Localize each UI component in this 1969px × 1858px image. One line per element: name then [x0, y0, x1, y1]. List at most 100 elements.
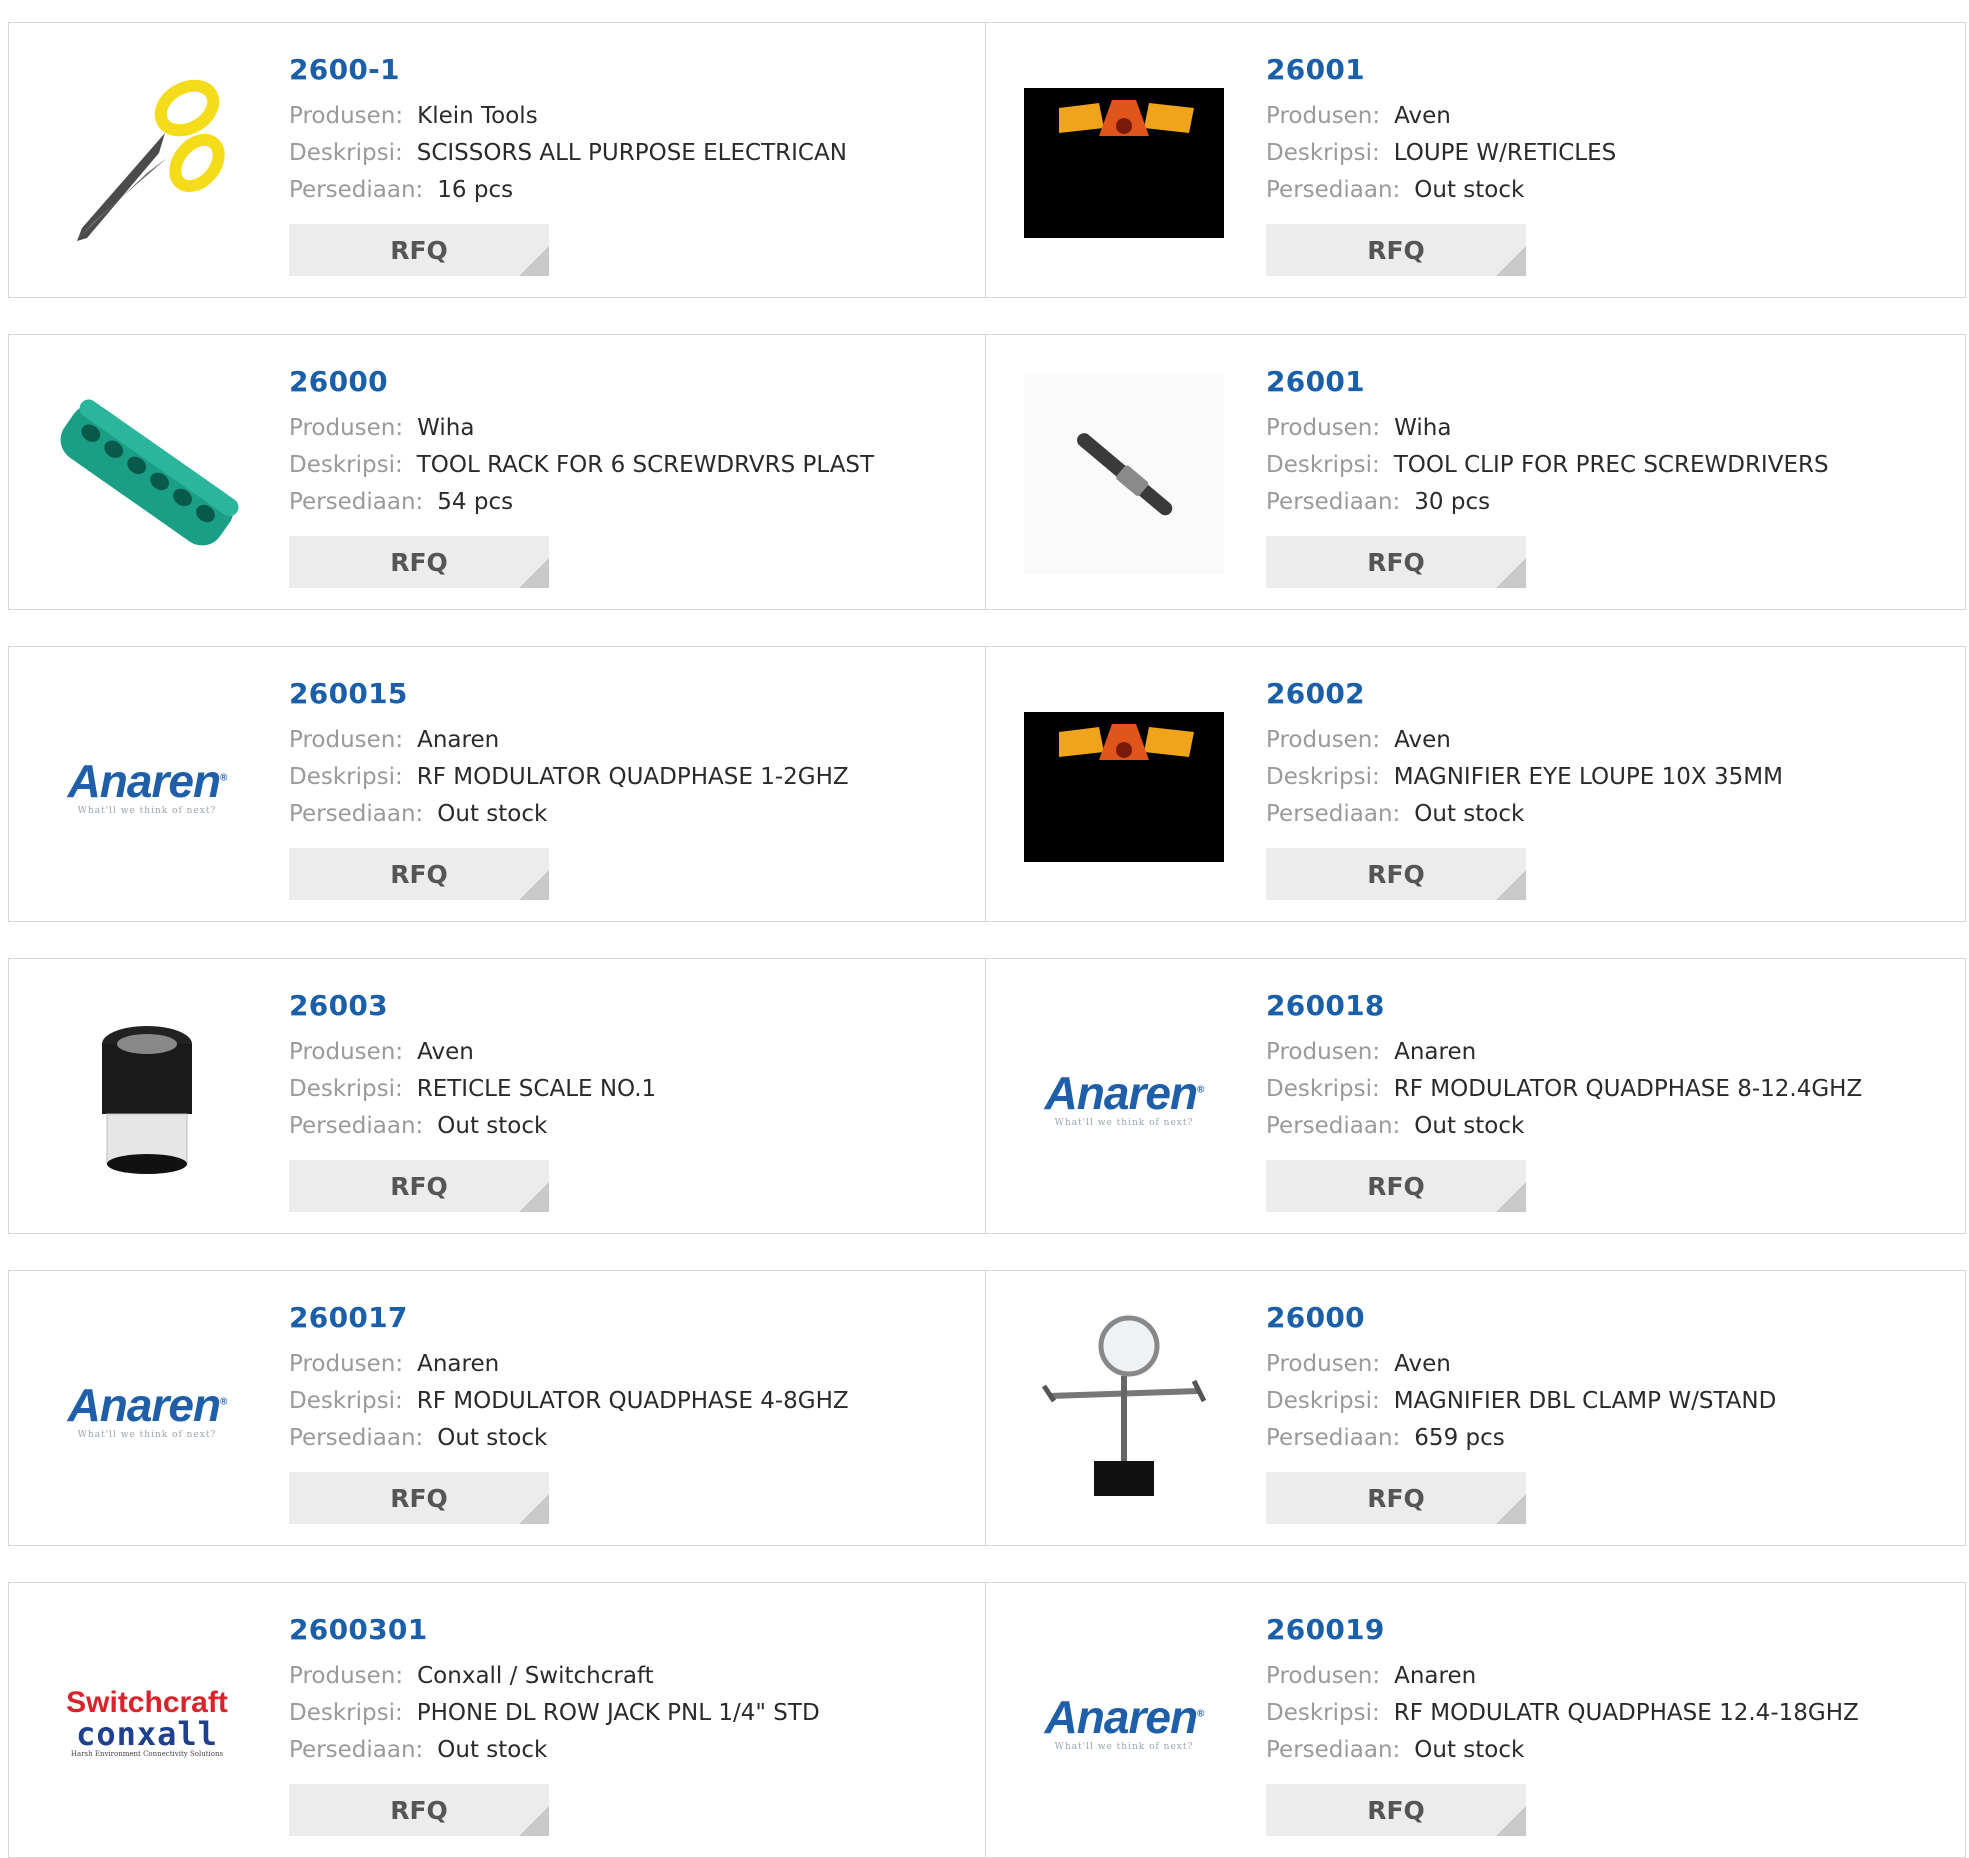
manufacturer-value: Conxall / Switchcraft — [417, 1663, 654, 1689]
description-value: RF MODULATOR QUADPHASE 8-12.4GHZ — [1393, 1076, 1863, 1102]
part-number-link[interactable]: 260015 — [289, 677, 408, 710]
product-card: 2600-1 Produsen: Klein Tools Deskripsi: SC… — [8, 22, 986, 298]
corner-fold-icon — [1496, 870, 1526, 900]
manufacturer-row: Produsen: Aven — [1266, 727, 1451, 753]
part-number-link[interactable]: 260019 — [1266, 1613, 1385, 1646]
description-row: Deskripsi: RF MODULATOR QUADPHASE 1-2GHZ — [289, 764, 849, 790]
rfq-label: RFQ — [1367, 859, 1425, 889]
description-label: Deskripsi: — [1266, 1700, 1380, 1726]
stock-value: Out stock — [1414, 1113, 1525, 1139]
anaren-logo-tagline: What'll we think of next? — [1054, 1118, 1194, 1128]
product-image-aven-logo-icon[interactable] — [1024, 687, 1224, 887]
corner-fold-icon — [1496, 558, 1526, 588]
rfq-button[interactable]: RFQ — [289, 1472, 549, 1524]
stock-value: 30 pcs — [1414, 489, 1491, 515]
product-image-aven-logo-icon[interactable] — [1024, 63, 1224, 263]
corner-fold-icon — [519, 246, 549, 276]
rfq-button[interactable]: RFQ — [289, 1160, 549, 1212]
product-image-tool-rack-icon[interactable] — [47, 375, 247, 575]
stock-value: Out stock — [437, 1737, 548, 1763]
description-label: Deskripsi: — [289, 1388, 403, 1414]
anaren-logo-word: Anaren — [67, 755, 221, 807]
manufacturer-label: Produsen: — [1266, 1351, 1381, 1377]
manufacturer-row: Produsen: Anaren — [1266, 1039, 1476, 1065]
description-label: Deskripsi: — [289, 452, 403, 478]
part-number-link[interactable]: 26001 — [1266, 365, 1365, 398]
manufacturer-row: Produsen: Aven — [1266, 1351, 1451, 1377]
description-row: Deskripsi: MAGNIFIER DBL CLAMP W/STAND — [1266, 1388, 1776, 1414]
stock-label: Persediaan: — [289, 1113, 424, 1139]
part-number-link[interactable]: 26000 — [1266, 1301, 1365, 1334]
stock-row: Persediaan: Out stock — [1266, 1737, 1524, 1763]
product-grid: 2600-1 Produsen: Klein Tools Deskripsi: SC… — [0, 0, 1969, 1858]
anaren-logo[interactable]: Anaren® What'll we think of next? — [47, 1311, 247, 1511]
stock-value: 659 pcs — [1414, 1425, 1505, 1451]
stock-row: Persediaan: Out stock — [289, 801, 547, 827]
anaren-logo-tagline: What'll we think of next? — [77, 806, 217, 816]
rfq-label: RFQ — [1367, 1483, 1425, 1513]
switchcraft-logo[interactable]: Switchcraft conxall Harsh Environment Conn… — [47, 1623, 247, 1823]
anaren-logo[interactable]: Anaren® What'll we think of next? — [1024, 999, 1224, 1199]
product-image-loupe-icon[interactable] — [47, 999, 247, 1199]
part-number-link[interactable]: 2600-1 — [289, 53, 400, 86]
stock-value: 54 pcs — [437, 489, 514, 515]
part-number-link[interactable]: 260018 — [1266, 989, 1385, 1022]
rfq-label: RFQ — [1367, 547, 1425, 577]
rfq-button[interactable]: RFQ — [289, 224, 549, 276]
part-number-link[interactable]: 26003 — [289, 989, 388, 1022]
part-number-link[interactable]: 26002 — [1266, 677, 1365, 710]
product-card: 26002 Produsen: Aven Deskripsi: MAGNIFIER … — [986, 646, 1966, 922]
manufacturer-label: Produsen: — [1266, 1039, 1381, 1065]
part-number-link[interactable]: 2600301 — [289, 1613, 427, 1646]
rfq-button[interactable]: RFQ — [1266, 848, 1526, 900]
stock-value: Out stock — [437, 801, 548, 827]
product-card: 26001 Produsen: Aven Deskripsi: LOUPE W/RE… — [986, 22, 1966, 298]
manufacturer-label: Produsen: — [289, 1663, 404, 1689]
product-card: Anaren® What'll we think of next? 260018 … — [986, 958, 1966, 1234]
rfq-label: RFQ — [1367, 1795, 1425, 1825]
stock-value: Out stock — [1414, 177, 1525, 203]
product-card: 26000 Produsen: Aven Deskripsi: MAGNIFIER … — [986, 1270, 1966, 1546]
stock-label: Persediaan: — [1266, 177, 1401, 203]
anaren-logo[interactable]: Anaren® What'll we think of next? — [47, 687, 247, 887]
stock-label: Persediaan: — [289, 489, 424, 515]
product-card: 26000 Produsen: Wiha Deskripsi: TOOL RACK … — [8, 334, 986, 610]
product-card: Anaren® What'll we think of next? 260019 … — [986, 1582, 1966, 1858]
stock-label: Persediaan: — [1266, 1737, 1401, 1763]
description-row: Deskripsi: RETICLE SCALE NO.1 — [289, 1076, 656, 1102]
description-value: MAGNIFIER DBL CLAMP W/STAND — [1393, 1388, 1777, 1414]
product-image-magnifier-stand-icon[interactable] — [1024, 1311, 1224, 1511]
corner-fold-icon — [1496, 246, 1526, 276]
description-value: MAGNIFIER EYE LOUPE 10X 35MM — [1393, 764, 1783, 790]
rfq-button[interactable]: RFQ — [289, 1784, 549, 1836]
description-row: Deskripsi: RF MODULATR QUADPHASE 12.4-18G… — [1266, 1700, 1859, 1726]
rfq-button[interactable]: RFQ — [289, 536, 549, 588]
rfq-button[interactable]: RFQ — [1266, 1160, 1526, 1212]
part-number-link[interactable]: 26000 — [289, 365, 388, 398]
anaren-logo-word: Anaren — [67, 1379, 221, 1431]
rfq-button[interactable]: RFQ — [1266, 1784, 1526, 1836]
product-image-tool-clip-icon[interactable] — [1024, 375, 1224, 575]
rfq-button[interactable]: RFQ — [1266, 1472, 1526, 1524]
rfq-button[interactable]: RFQ — [1266, 536, 1526, 588]
switchcraft-logo-line2: conxall — [76, 1715, 218, 1753]
rfq-button[interactable]: RFQ — [1266, 224, 1526, 276]
manufacturer-row: Produsen: Anaren — [289, 727, 499, 753]
part-number-link[interactable]: 26001 — [1266, 53, 1365, 86]
stock-value: Out stock — [1414, 801, 1525, 827]
part-number-link[interactable]: 260017 — [289, 1301, 408, 1334]
description-label: Deskripsi: — [1266, 1388, 1380, 1414]
anaren-logo[interactable]: Anaren® What'll we think of next? — [1024, 1623, 1224, 1823]
stock-label: Persediaan: — [1266, 489, 1401, 515]
manufacturer-value: Wiha — [1394, 415, 1452, 441]
manufacturer-label: Produsen: — [1266, 727, 1381, 753]
description-row: Deskripsi: RF MODULATOR QUADPHASE 4-8GHZ — [289, 1388, 849, 1414]
rfq-button[interactable]: RFQ — [289, 848, 549, 900]
description-value: RF MODULATOR QUADPHASE 1-2GHZ — [416, 764, 849, 790]
description-row: Deskripsi: TOOL CLIP FOR PREC SCREWDRIVER… — [1266, 452, 1829, 478]
stock-row: Persediaan: 16 pcs — [289, 177, 513, 203]
product-card: 26001 Produsen: Wiha Deskripsi: TOOL CLIP … — [986, 334, 1966, 610]
manufacturer-value: Aven — [417, 1039, 474, 1065]
product-image-scissors-icon[interactable] — [47, 63, 247, 263]
manufacturer-row: Produsen: Conxall / Switchcraft — [289, 1663, 654, 1689]
